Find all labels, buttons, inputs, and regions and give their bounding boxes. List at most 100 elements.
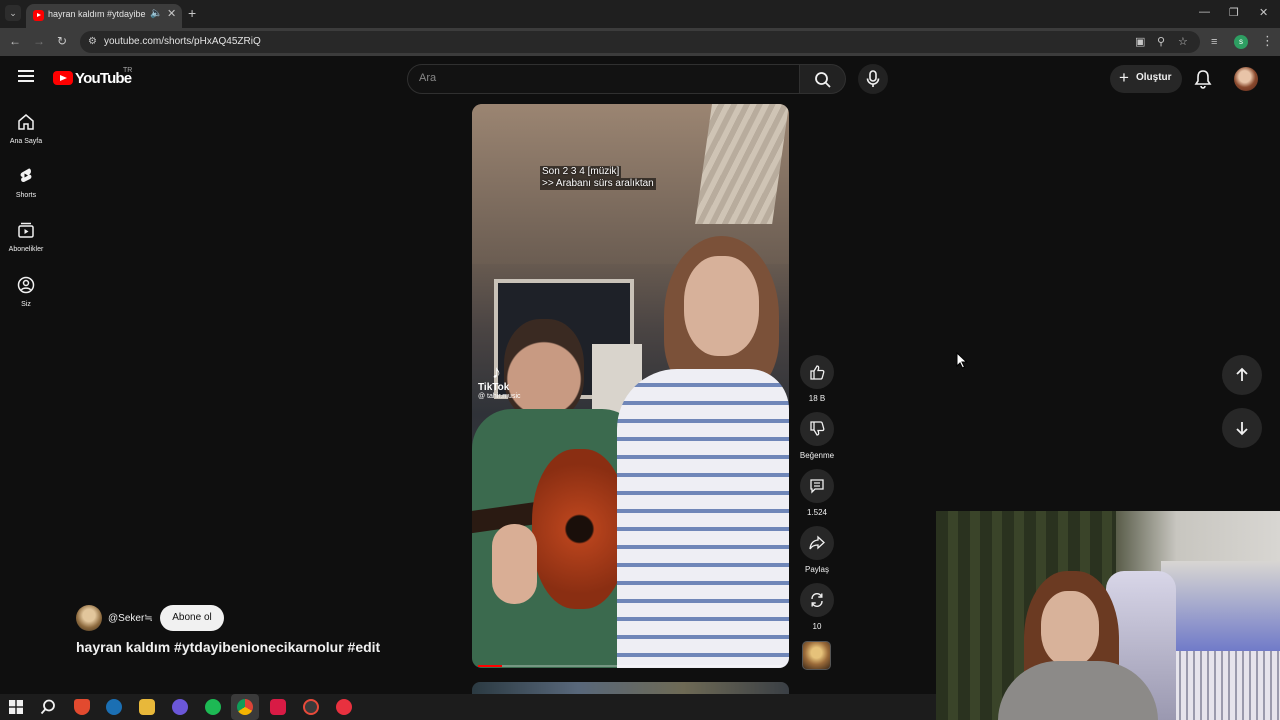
you-icon xyxy=(17,276,35,294)
profile-avatar[interactable]: s xyxy=(1234,35,1248,49)
search-icon xyxy=(815,72,831,88)
sidebar-item-shorts[interactable]: Shorts xyxy=(0,167,52,199)
search-placeholder: Ara xyxy=(419,72,437,84)
spotify-icon[interactable] xyxy=(205,699,221,715)
watermark-name: TikTok xyxy=(478,382,510,393)
lastpass-icon[interactable] xyxy=(270,699,286,715)
shorts-video-player[interactable]: Son 2 3 4 [müzik] >> Arabanı sürs aralık… xyxy=(472,104,789,668)
like-count: 18 B xyxy=(808,394,826,403)
windows-start-icon[interactable] xyxy=(9,700,23,714)
sidebar-item-subscriptions[interactable]: Abonelikler xyxy=(0,221,52,253)
comments-action[interactable]: 1.524 xyxy=(796,469,838,517)
arrow-up-icon xyxy=(1236,367,1248,381)
forward-arrow-icon[interactable]: → xyxy=(33,34,45,48)
hamburger-menu-icon[interactable] xyxy=(18,70,34,82)
dislike-label: Beğenme xyxy=(799,451,835,460)
browser-toolbar: ← → ↻ ⚙ youtube.com/shorts/pHxAQ45ZRiQ ▣… xyxy=(0,28,1280,56)
webcam-radiator xyxy=(1174,651,1280,720)
minimize-icon[interactable]: — xyxy=(1199,6,1210,18)
obs-studio-icon[interactable] xyxy=(303,699,319,715)
share-label: Paylaş xyxy=(804,565,829,574)
reload-icon[interactable]: ↻ xyxy=(57,34,67,48)
remix-action[interactable]: 10 xyxy=(796,583,838,631)
tiktok-watermark: ♪ TikTok @ tahir.music xyxy=(478,362,521,400)
thumbs-down-icon xyxy=(810,421,825,436)
sidebar-item-home[interactable]: Ana Sayfa xyxy=(0,113,52,145)
steam-icon[interactable] xyxy=(106,699,122,715)
video-singer-face xyxy=(684,256,759,356)
audio-track-thumbnail[interactable] xyxy=(802,641,831,670)
new-tab-plus-icon[interactable]: + xyxy=(188,5,196,21)
dislike-button[interactable] xyxy=(800,412,834,446)
plus-icon: + xyxy=(1119,68,1129,87)
search-button[interactable] xyxy=(800,64,846,94)
channel-name[interactable]: @Seker≒ xyxy=(108,613,153,624)
home-icon xyxy=(18,114,34,130)
next-short-preview[interactable] xyxy=(472,682,789,694)
tab-title: hayran kaldım #ytdayibenionecikarnolur #… xyxy=(48,9,146,19)
media-control-icon[interactable]: ≡ xyxy=(1211,36,1217,48)
discord-icon[interactable] xyxy=(172,699,188,715)
back-arrow-icon[interactable]: ← xyxy=(9,34,21,48)
address-bar[interactable]: ⚙ youtube.com/shorts/pHxAQ45ZRiQ ▣ ⚲ ☆ xyxy=(80,31,1200,53)
country-code: TR xyxy=(123,67,133,74)
site-settings-icon[interactable]: ⚙ xyxy=(88,36,97,47)
tab-close-icon[interactable]: ✕ xyxy=(167,7,176,20)
like-action[interactable]: 18 B xyxy=(796,355,838,403)
video-singer-striped-shirt xyxy=(617,369,789,668)
file-explorer-icon[interactable] xyxy=(139,699,155,715)
comment-count: 1.524 xyxy=(806,508,828,517)
previous-short-button[interactable] xyxy=(1222,355,1262,395)
webcam-overlay xyxy=(936,511,1280,720)
webcam-streamer-face xyxy=(1041,591,1099,666)
sidebar-item-label: Ana Sayfa xyxy=(9,138,43,145)
youtube-logo-icon[interactable] xyxy=(53,71,73,85)
taskbar-search-icon[interactable] xyxy=(40,699,56,715)
watermark-handle: @ tahir.music xyxy=(478,393,521,400)
channel-avatar[interactable] xyxy=(76,605,102,631)
chrome-icon[interactable] xyxy=(237,699,253,715)
next-short-button[interactable] xyxy=(1222,408,1262,448)
zoom-icon[interactable]: ⚲ xyxy=(1157,35,1165,48)
remix-count: 10 xyxy=(812,622,822,631)
install-app-icon[interactable]: ▣ xyxy=(1135,35,1145,48)
sidebar-item-label: Siz xyxy=(21,301,31,308)
remix-button[interactable] xyxy=(800,583,834,617)
speaker-icon[interactable]: 🔈 xyxy=(150,8,162,19)
comment-icon xyxy=(810,479,824,494)
like-button[interactable] xyxy=(800,355,834,389)
video-progress-bar[interactable] xyxy=(478,665,783,667)
dislike-action[interactable]: Beğenme xyxy=(796,412,838,460)
search-input[interactable]: Ara xyxy=(407,64,800,94)
comments-button[interactable] xyxy=(800,469,834,503)
sidebar-item-you[interactable]: Siz xyxy=(0,276,52,308)
voice-search-button[interactable] xyxy=(858,64,888,94)
video-title[interactable]: hayran kaldım #ytdayibenionecikarnolur #… xyxy=(76,639,380,655)
sidebar-item-label: Shorts xyxy=(15,192,37,199)
share-button[interactable] xyxy=(800,526,834,560)
tab-search-button[interactable]: ⌄ xyxy=(5,5,21,21)
create-label: Oluştur xyxy=(1136,72,1172,83)
caption-line: Son 2 3 4 [müzik] xyxy=(540,166,622,178)
brave-browser-icon[interactable] xyxy=(74,699,90,715)
caption-line: >> Arabanı sürs aralıktan xyxy=(540,178,656,190)
closed-captions: Son 2 3 4 [müzik] >> Arabanı sürs aralık… xyxy=(540,166,656,190)
create-button[interactable]: + Oluştur xyxy=(1110,65,1182,93)
notifications-bell-icon[interactable] xyxy=(1194,69,1212,89)
share-arrow-icon xyxy=(809,535,825,550)
browser-tab[interactable]: hayran kaldım #ytdayibenionecikarnolur #… xyxy=(26,4,182,28)
youtube-favicon-icon xyxy=(33,10,44,21)
video-guitar xyxy=(532,449,627,609)
mouse-cursor-icon xyxy=(956,352,968,369)
bookmark-star-icon[interactable]: ☆ xyxy=(1178,35,1188,48)
account-avatar[interactable] xyxy=(1234,67,1258,91)
window-close-icon[interactable]: ✕ xyxy=(1259,6,1268,19)
video-strumming-hand xyxy=(492,524,537,604)
browser-menu-icon[interactable]: ⋮ xyxy=(1261,33,1274,49)
tiktok-note-icon: ♪ xyxy=(492,362,501,382)
subscribe-button[interactable]: Abone ol xyxy=(160,605,224,631)
arrow-down-icon xyxy=(1236,422,1248,436)
share-action[interactable]: Paylaş xyxy=(796,526,838,574)
recording-app-icon[interactable] xyxy=(336,699,352,715)
restore-icon[interactable]: ❐ xyxy=(1229,6,1239,19)
